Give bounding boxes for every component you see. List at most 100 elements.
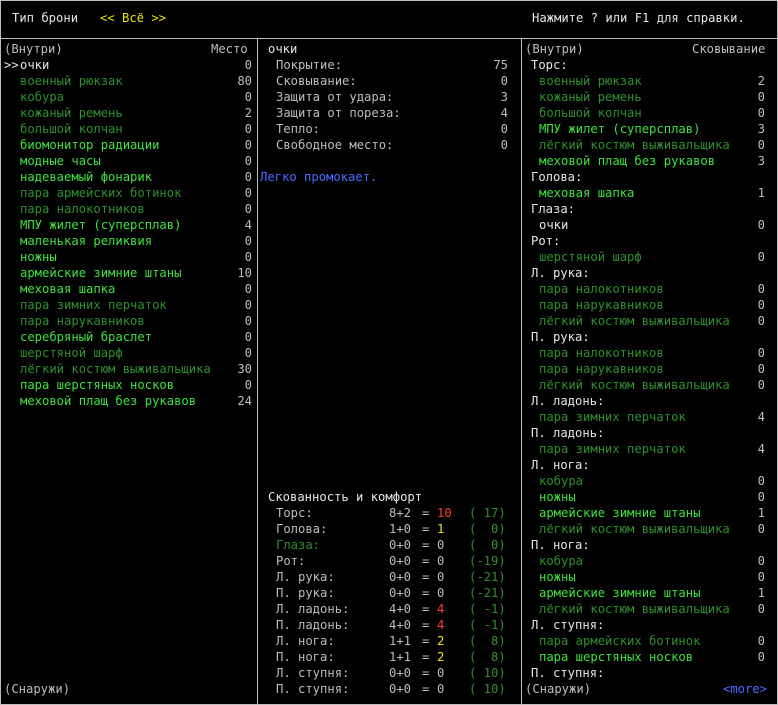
encumbrance-item-value: 0 xyxy=(757,554,765,568)
encumbrance-item-name: кожаный ремень xyxy=(539,90,642,104)
comfort-warmth: ( 0) xyxy=(469,522,506,536)
comfort-body-part: П. ступня: xyxy=(276,682,350,696)
selected-item-name: очки xyxy=(268,42,298,56)
worn-item-space: 0 xyxy=(244,250,252,264)
stat-value: 0 xyxy=(500,74,508,88)
encumbrance-item-value: 3 xyxy=(757,122,765,136)
encumbrance-item-value: 0 xyxy=(757,138,765,152)
encumbrance-item-value: 0 xyxy=(757,570,765,584)
comfort-result: 0 xyxy=(437,554,445,568)
encumbrance-item-value: 0 xyxy=(757,250,765,264)
comfort-equals: = xyxy=(422,538,430,552)
encumbrance-item-name: пара армейских ботинок xyxy=(539,634,701,648)
worn-item-space: 0 xyxy=(244,378,252,392)
left-header-inside: (Внутри) xyxy=(4,42,63,56)
stat-value: 0 xyxy=(500,138,508,152)
right-footer-outside: (Снаружи) xyxy=(525,682,592,696)
worn-item-space: 0 xyxy=(244,202,252,216)
worn-item-space: 0 xyxy=(244,346,252,360)
comfort-warmth: ( 8) xyxy=(469,634,506,648)
encumbrance-item-name: шерстяной шарф xyxy=(539,250,642,264)
worn-item-space: 0 xyxy=(244,282,252,296)
worn-item-name: пара армейских ботинок xyxy=(20,186,182,200)
left-footer-outside: (Снаружи) xyxy=(4,682,71,696)
comfort-body-part: П. нога: xyxy=(276,650,335,664)
comfort-result: 0 xyxy=(437,538,445,552)
worn-item-space: 0 xyxy=(244,90,252,104)
comfort-warmth: ( 8) xyxy=(469,650,506,664)
comfort-body-part: П. рука: xyxy=(276,586,335,600)
worn-item-space: 80 xyxy=(237,74,252,88)
worn-item-name: кобура xyxy=(20,90,65,104)
encumbrance-item-name: военный рюкзак xyxy=(539,74,642,88)
comfort-body-part: Глаза: xyxy=(276,538,321,552)
stat-label: Тепло: xyxy=(276,122,321,136)
stat-value: 4 xyxy=(500,106,508,120)
comfort-sum: 0+0 xyxy=(389,666,412,680)
body-part-header: П. нога: xyxy=(531,538,590,552)
worn-item-space: 0 xyxy=(244,234,252,248)
worn-item-name: серебряный браслет xyxy=(20,330,153,344)
encumbrance-item-name: большой колчан xyxy=(539,106,642,120)
comfort-body-part: Л. ладонь: xyxy=(276,602,350,616)
comfort-warmth: ( -1) xyxy=(469,618,506,632)
encumbrance-item-value: 0 xyxy=(757,282,765,296)
stat-value: 3 xyxy=(500,90,508,104)
body-part-header: Л. нога: xyxy=(531,458,590,472)
body-part-header: Торс: xyxy=(531,58,568,72)
comfort-warmth: ( -1) xyxy=(469,602,506,616)
encumbrance-item-name: пара шерстяных носков xyxy=(539,650,694,664)
comfort-result: 0 xyxy=(437,586,445,600)
worn-item-space: 0 xyxy=(244,314,252,328)
encumbrance-item-value: 0 xyxy=(757,362,765,376)
stat-value: 75 xyxy=(493,58,508,72)
comfort-warmth: (-21) xyxy=(469,586,506,600)
encumbrance-item-name: меховой плащ без рукавов xyxy=(539,154,716,168)
worn-item-name: пара налокотников xyxy=(20,202,145,216)
encumbrance-item-value: 0 xyxy=(757,650,765,664)
stat-label: Защита от удара: xyxy=(276,90,394,104)
comfort-sum: 0+0 xyxy=(389,554,412,568)
worn-item-space: 0 xyxy=(244,330,252,344)
comfort-sum: 0+0 xyxy=(389,538,412,552)
comfort-warmth: ( 10) xyxy=(469,682,506,696)
encumbrance-item-name: лёгкий костюм выживальщика xyxy=(539,378,730,392)
worn-item-space: 10 xyxy=(237,266,252,280)
comfort-warmth: (-21) xyxy=(469,570,506,584)
worn-item-name: шерстяной шарф xyxy=(20,346,123,360)
comfort-title: Скованность и комфорт xyxy=(268,490,423,504)
filter-selector[interactable]: << Всё >> xyxy=(100,10,166,26)
encumbrance-item-name: очки xyxy=(539,218,569,232)
armor-type-label: Тип брони xyxy=(12,11,79,25)
worn-item-space: 0 xyxy=(244,170,252,184)
encumbrance-item-value: 0 xyxy=(757,218,765,232)
left-header-space: Место xyxy=(211,42,248,56)
comfort-result: 10 xyxy=(437,506,452,520)
encumbrance-item-value: 0 xyxy=(757,602,765,616)
body-part-header: П. ладонь: xyxy=(531,426,605,440)
worn-item-space: 2 xyxy=(244,106,252,120)
comfort-equals: = xyxy=(422,586,430,600)
encumbrance-item-value: 2 xyxy=(757,74,765,88)
worn-item-space: 24 xyxy=(237,394,252,408)
right-divider xyxy=(521,38,522,705)
worn-item-name: пара нарукавников xyxy=(20,314,145,328)
comfort-equals: = xyxy=(422,570,430,584)
worn-item-name: военный рюкзак xyxy=(20,74,123,88)
worn-item-name: маленькая реликвия xyxy=(20,234,153,248)
encumbrance-item-value: 0 xyxy=(757,474,765,488)
encumbrance-item-name: кобура xyxy=(539,474,584,488)
comfort-body-part: Торс: xyxy=(276,506,313,520)
encumbrance-item-value: 0 xyxy=(757,634,765,648)
encumbrance-item-name: лёгкий костюм выживальщика xyxy=(539,522,730,536)
worn-item-space: 0 xyxy=(244,58,252,72)
more-indicator[interactable]: <more> xyxy=(723,681,767,697)
worn-item-space: 0 xyxy=(244,298,252,312)
comfort-body-part: Л. рука: xyxy=(276,570,335,584)
encumbrance-item-value: 1 xyxy=(757,586,765,600)
comfort-result: 0 xyxy=(437,570,445,584)
worn-item-name: большой колчан xyxy=(20,122,123,136)
encumbrance-item-value: 3 xyxy=(757,154,765,168)
body-part-header: Рот: xyxy=(531,234,561,248)
comfort-body-part: Рот: xyxy=(276,554,306,568)
